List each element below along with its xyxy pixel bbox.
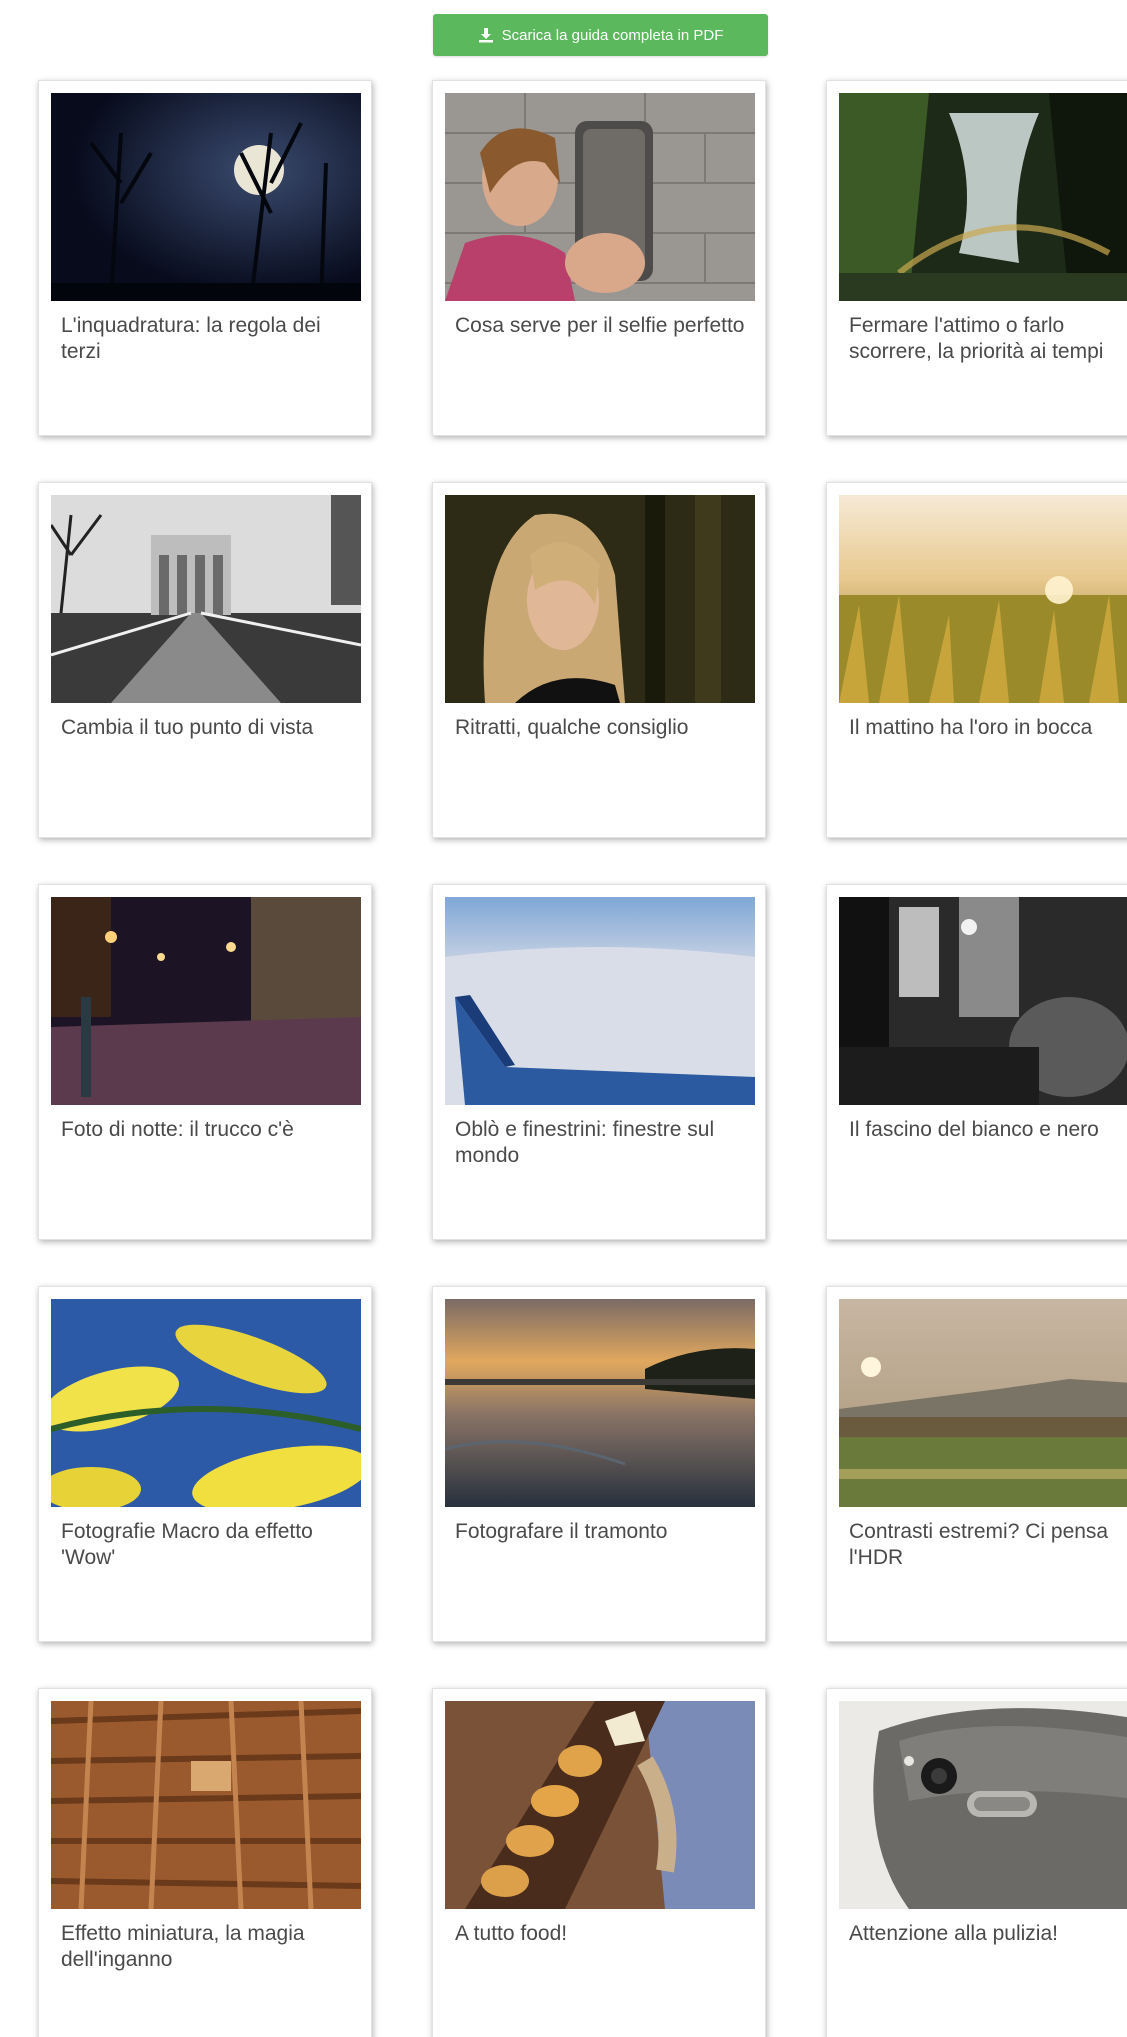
article-title: Effetto miniatura, la magia dell'inganno: [61, 1922, 305, 1971]
article-card-selfie[interactable]: Cosa serve per il selfie perfetto: [432, 80, 766, 436]
article-title: Fotografare il tramonto: [455, 1520, 668, 1543]
article-thumbnail: [839, 1701, 1127, 1909]
article-card-shutter[interactable]: Fermare l'attimo o farlo scorrere, la pr…: [826, 80, 1127, 436]
article-title: Contrasti estremi? Ci pensa l'HDR: [849, 1520, 1109, 1569]
article-thumbnail: [839, 1299, 1127, 1507]
article-card-portraits[interactable]: Ritratti, qualche consiglio: [432, 482, 766, 838]
article-title: Il fascino del bianco e nero: [849, 1118, 1099, 1141]
article-thumbnail: [51, 1299, 361, 1507]
article-card-night[interactable]: Foto di notte: il trucco c'è: [38, 884, 372, 1240]
article-card-viewpoint[interactable]: Cambia il tuo punto di vista: [38, 482, 372, 838]
article-thumbnail: [51, 495, 361, 703]
article-thumbnail: [839, 897, 1127, 1105]
article-title: L'inquadratura: la regola dei terzi: [61, 314, 321, 363]
download-icon: [478, 27, 494, 43]
download-pdf-label: Scarica la guida completa in PDF: [501, 26, 724, 44]
article-card-hdr[interactable]: Contrasti estremi? Ci pensa l'HDR: [826, 1286, 1127, 1642]
article-title: Cosa serve per il selfie perfetto: [455, 314, 745, 337]
article-card-framing[interactable]: L'inquadratura: la regola dei terzi: [38, 80, 372, 436]
article-card-sunset[interactable]: Fotografare il tramonto: [432, 1286, 766, 1642]
article-card-cleaning[interactable]: Attenzione alla pulizia!: [826, 1688, 1127, 2037]
article-card-windows[interactable]: Oblò e finestrini: finestre sul mondo: [432, 884, 766, 1240]
article-title: A tutto food!: [455, 1922, 568, 1945]
article-thumbnail: [445, 897, 755, 1105]
article-title: Cambia il tuo punto di vista: [61, 716, 314, 739]
article-title: Ritratti, qualche consiglio: [455, 716, 689, 739]
page: Scarica la guida completa in PDF L'inqua…: [0, 0, 1127, 2037]
article-thumbnail: [839, 93, 1127, 301]
article-thumbnail: [51, 93, 361, 301]
article-thumbnail: [51, 897, 361, 1105]
download-pdf-button[interactable]: Scarica la guida completa in PDF: [433, 14, 768, 56]
article-thumbnail: [445, 1701, 755, 1909]
article-card-blackwhite[interactable]: Il fascino del bianco e nero: [826, 884, 1127, 1240]
article-card-food[interactable]: A tutto food!: [432, 1688, 766, 2037]
article-title: Attenzione alla pulizia!: [849, 1922, 1058, 1945]
article-title: Oblò e finestrini: finestre sul mondo: [455, 1118, 715, 1167]
article-thumbnail: [51, 1701, 361, 1909]
article-title: Fermare l'attimo o farlo scorrere, la pr…: [849, 314, 1104, 363]
article-card-miniature[interactable]: Effetto miniatura, la magia dell'inganno: [38, 1688, 372, 2037]
article-thumbnail: [839, 495, 1127, 703]
article-thumbnail: [445, 93, 755, 301]
article-title: Fotografie Macro da effetto 'Wow': [61, 1520, 313, 1569]
article-thumbnail: [445, 495, 755, 703]
article-title: Il mattino ha l'oro in bocca: [849, 716, 1093, 739]
article-title: Foto di notte: il trucco c'è: [61, 1118, 294, 1141]
article-card-macro[interactable]: Fotografie Macro da effetto 'Wow': [38, 1286, 372, 1642]
article-thumbnail: [445, 1299, 755, 1507]
article-card-morning[interactable]: Il mattino ha l'oro in bocca: [826, 482, 1127, 838]
